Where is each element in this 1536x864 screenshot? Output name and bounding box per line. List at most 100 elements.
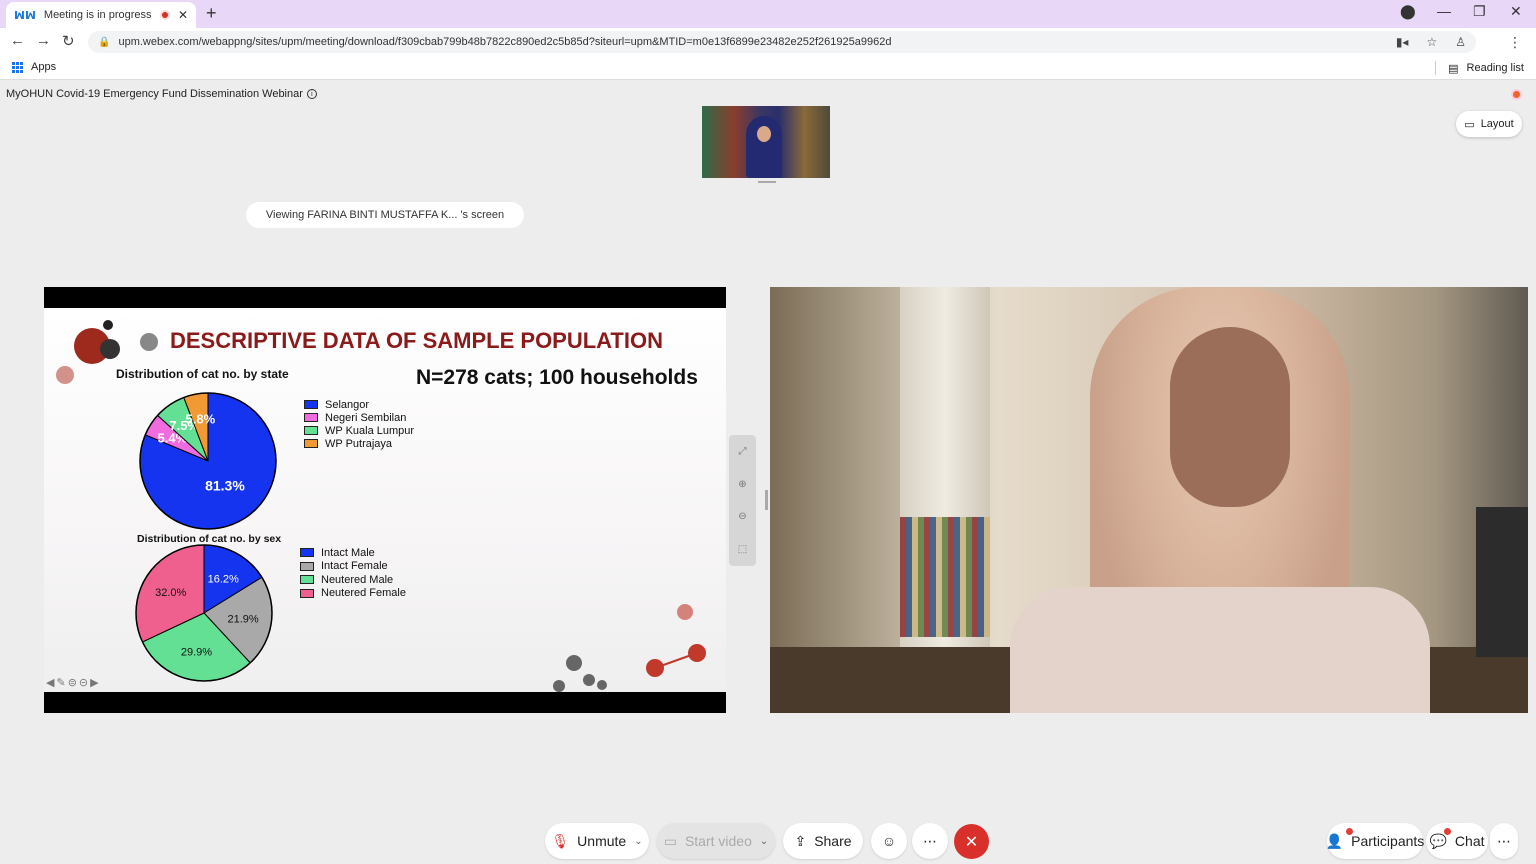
slide-title: DESCRIPTIVE DATA OF SAMPLE POPULATION — [170, 328, 663, 353]
molecule-decoration — [103, 320, 113, 330]
extension-icon[interactable]: ♙ — [1455, 35, 1466, 49]
molecule-decoration — [677, 604, 693, 620]
prev-slide-icon[interactable]: ◀ — [46, 676, 54, 689]
slide-menu-icon[interactable]: ⊜ — [68, 676, 77, 689]
start-video-button[interactable]: ▭ Start video ⌄ — [657, 823, 775, 859]
legend-item: WP Putrajaya — [304, 437, 414, 450]
molecule-decoration — [597, 680, 607, 690]
lock-icon[interactable]: 🔒 — [98, 37, 110, 48]
browser-tab-strip: ꟽꟽ Meeting is in progress... ✕ + ⬤ — ❐ ✕ — [0, 0, 1536, 28]
legend-label: Neutered Female — [321, 587, 406, 600]
pie-label-neutered-male: 29.9% — [181, 647, 212, 659]
zoom-out-icon[interactable]: ⊖ — [738, 511, 746, 522]
window-close-icon[interactable]: ✕ — [1510, 3, 1522, 20]
participant-thumbnail[interactable] — [702, 106, 830, 178]
reactions-button[interactable]: ☺ — [871, 823, 907, 859]
forward-icon[interactable]: → — [36, 32, 51, 49]
participant-face — [757, 126, 771, 142]
unmute-button[interactable]: 🎙 Unmute ⌄ — [545, 823, 649, 859]
new-tab-icon[interactable]: + — [206, 3, 217, 24]
meeting-controls: 🎙 Unmute ⌄ ▭ Start video ⌄ ⇪ Share ☺ ⋯ ✕… — [0, 820, 1536, 864]
thumbnail-drag-handle[interactable] — [758, 181, 776, 183]
participants-button[interactable]: 👤 Participants — [1325, 823, 1425, 859]
info-icon[interactable]: i — [306, 89, 317, 99]
more-options-button[interactable]: ⋯ — [912, 823, 948, 859]
layout-button[interactable]: ▭ Layout — [1456, 111, 1522, 137]
share-label: Share — [814, 833, 852, 849]
legend-label: Selangor — [325, 398, 370, 411]
legend-state: Selangor Negeri Sembilan WP Kuala Lumpur WP… — [304, 398, 414, 450]
pie-chart-sex: 16.2% 21.9% 29.9% 32.0% — [135, 544, 273, 682]
presenter-body — [1010, 587, 1430, 713]
recording-icon — [159, 10, 170, 20]
presenter-face — [1170, 327, 1290, 507]
molecule-decoration — [140, 333, 158, 351]
legend-swatch — [304, 413, 318, 422]
participants-icon: 👤 — [1325, 832, 1344, 849]
browser-tab[interactable]: ꟽꟽ Meeting is in progress... ✕ — [6, 2, 196, 28]
chat-icon: 💬 — [1429, 832, 1447, 849]
next-slide-icon[interactable]: ▶ — [90, 676, 98, 689]
molecule-decoration — [566, 655, 582, 671]
shared-screen: DESCRIPTIVE DATA OF SAMPLE POPULATION N=… — [44, 287, 726, 713]
star-icon[interactable]: ☆ — [1426, 35, 1437, 49]
reading-list-label: Reading list — [1466, 62, 1524, 74]
legend-sex: Intact Male Intact Female Neutered Male Neu… — [300, 546, 406, 600]
zoom-in-icon[interactable]: ⊕ — [738, 479, 746, 490]
pie-label-selangor: 81.3% — [205, 477, 245, 493]
back-icon[interactable]: ← — [10, 32, 25, 49]
chat-badge — [1444, 828, 1451, 835]
apps-label: Apps — [31, 61, 57, 73]
legend-item: Negeri Sembilan — [304, 411, 414, 424]
legend-swatch — [300, 575, 314, 585]
tab-title: Meeting is in progress... — [43, 9, 152, 21]
panel-more-button[interactable]: ⋯ — [1490, 823, 1518, 859]
address-bar: ← → ↻ 🔒 upm.webex.com/webappng/sites/upm… — [0, 28, 1536, 56]
presenter-video[interactable] — [770, 287, 1528, 713]
expand-icon[interactable]: ⤢ — [739, 446, 747, 457]
webex-icon: ꟽꟽ — [14, 9, 36, 22]
share-button[interactable]: ⇪ Share — [783, 823, 863, 859]
minimize-icon[interactable]: — — [1437, 3, 1451, 19]
pie-chart-state: 81.3%5.4%7.5%5.8% — [139, 392, 277, 530]
legend-item: Selangor — [304, 398, 414, 411]
participants-badge — [1346, 828, 1353, 835]
legend-label: Intact Male — [321, 546, 375, 559]
legend-label: Negeri Sembilan — [325, 411, 407, 424]
legend-item: Neutered Female — [300, 587, 406, 601]
url-box[interactable]: 🔒 upm.webex.com/webappng/sites/upm/meeti… — [88, 31, 1476, 53]
browser-menu-icon[interactable]: ⋮ — [1508, 34, 1522, 51]
molecule-decoration — [688, 644, 706, 662]
molecule-decoration — [646, 659, 664, 677]
apps-grid-icon — [12, 61, 23, 73]
chevron-down-icon[interactable]: ⌄ — [634, 836, 642, 847]
chevron-down-icon[interactable]: ⌄ — [760, 836, 768, 847]
split-divider-handle[interactable] — [765, 490, 768, 510]
layout-icon: ▭ — [1464, 118, 1475, 131]
profile-dropdown-icon[interactable]: ⬤ — [1400, 3, 1416, 20]
reading-list[interactable]: ▤ Reading list — [1435, 61, 1524, 75]
more-icon: ⋯ — [923, 832, 937, 849]
chat-button[interactable]: 💬 Chat — [1426, 823, 1488, 859]
leave-meeting-button[interactable]: ✕ — [954, 824, 989, 859]
fit-icon[interactable]: ⬚ — [738, 544, 747, 555]
reload-icon[interactable]: ↻ — [62, 32, 75, 50]
restore-icon[interactable]: ❐ — [1473, 3, 1486, 20]
more-icon: ⋯ — [1497, 832, 1511, 849]
participants-label: Participants — [1351, 833, 1425, 849]
slide-options-icon[interactable]: ⊝ — [79, 676, 88, 689]
pen-icon[interactable]: ✎ — [56, 676, 65, 689]
video-off-icon: ▭ — [663, 832, 677, 849]
tab-close-icon[interactable]: ✕ — [178, 8, 188, 22]
legend-swatch — [304, 426, 318, 435]
zoom-panel: ⤢ ⊕ ⊖ ⬚ — [729, 435, 756, 566]
pie-label-neutered-female: 32.0% — [155, 587, 186, 599]
camera-icon[interactable]: ▮◂ — [1396, 35, 1409, 49]
legend-item: WP Kuala Lumpur — [304, 424, 414, 437]
share-icon: ⇪ — [794, 832, 807, 849]
start-video-label: Start video — [684, 833, 752, 849]
apps-bookmark[interactable]: Apps — [12, 61, 56, 73]
notification-icon[interactable] — [1511, 89, 1522, 100]
pie-label-intact-male: 16.2% — [208, 574, 239, 586]
url-text[interactable]: upm.webex.com/webappng/sites/upm/meeting… — [118, 36, 1387, 48]
